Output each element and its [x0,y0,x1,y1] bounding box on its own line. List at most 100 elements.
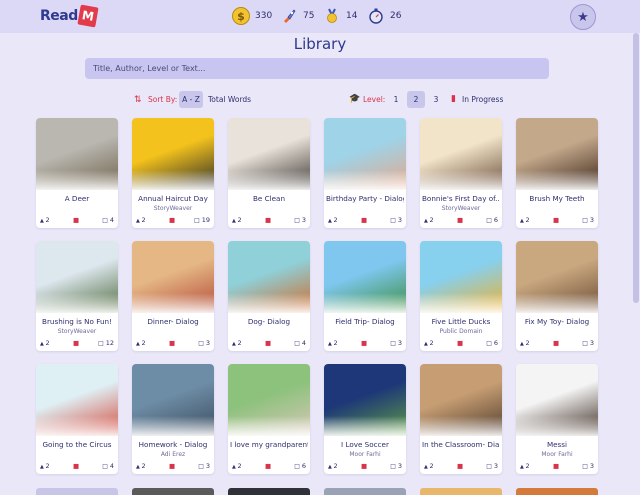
book-card[interactable]: Bonnie's First Day of... StoryWeaver ▲ 2 ■ □… [420,118,502,228]
pages-icon: □ [294,217,302,224]
book-meta: ▲ 2 ■ □ 4 [40,462,114,471]
pages-icon: □ [198,463,206,470]
level-option-1[interactable]: 1 [387,91,405,108]
search-input[interactable] [85,58,549,79]
book-pages: □ 3 [198,462,210,470]
book-meta: ▲ 2 ■ □ 3 [136,339,210,348]
pages-icon: □ [194,217,202,224]
book-level: ▲ 2 [136,339,146,347]
coins-value: 330 [255,11,273,21]
book-pages-value: 4 [301,339,306,347]
book-card[interactable]: Be Clean ▲ 2 ■ □ 3 [228,118,310,228]
book-pages-value: 3 [493,462,498,470]
book-pages: □ 3 [582,462,594,470]
book-card[interactable]: I Love Soccer Moor Farhi ▲ 2 ■ □ 3 [324,364,406,474]
sort-option-az[interactable]: A - Z [179,91,203,108]
books-stack-icon: ■ [265,462,272,470]
book-level-value: 2 [333,339,338,347]
book-author: StoryWeaver [441,205,481,212]
book-title: Messi [546,440,568,449]
cover-fade [132,416,214,438]
book-card[interactable]: Messi Moor Farhi ▲ 2 ■ □ 3 [516,364,598,474]
book-author: Public Domain [439,328,483,335]
book-meta: ▲ 2 ■ □ 3 [328,462,402,471]
book-card[interactable]: Five Little Ducks Public Domain ▲ 2 ■ □ 6 [420,241,502,351]
sort-label: Sort By: [148,95,178,104]
book-meta: ▲ 2 ■ □ 4 [232,339,306,348]
sort-option-total-words[interactable]: Total Words [208,95,251,104]
book-card[interactable]: Annual Haircut Day StoryWeaver ▲ 2 ■ □ 19 [132,118,214,228]
book-level-value: 2 [237,339,242,347]
book-card[interactable]: Dinner- Dialog ▲ 2 ■ □ 3 [132,241,214,351]
book-author: StoryWeaver [153,205,193,212]
book-card[interactable]: Dog- Dialog ▲ 2 ■ □ 4 [228,241,310,351]
cover-fade [420,416,502,438]
medal-value: 14 [346,11,358,21]
book-pages-value: 6 [493,216,498,224]
book-level: ▲ 2 [424,216,434,224]
book-author: StoryWeaver [57,328,97,335]
book-pages: □ 12 [98,339,114,347]
book-card[interactable]: Homework - Dialog Adi Erez ▲ 2 ■ □ 3 [132,364,214,474]
book-card[interactable]: Birthday Party - Dialog ▲ 2 ■ □ 3 [324,118,406,228]
books-stack-icon: ■ [361,462,368,470]
level-option-3[interactable]: 3 [427,91,445,108]
book-meta: ▲ 2 ■ □ 3 [520,216,594,225]
book-card[interactable]: Field Trip- Dialog ▲ 2 ■ □ 3 [324,241,406,351]
book-card-partial[interactable] [228,488,310,495]
book-card-partial[interactable] [516,488,598,495]
book-card-partial[interactable] [324,488,406,495]
book-card-partial[interactable] [36,488,118,495]
book-card[interactable]: I love my grandparents ▲ 2 ■ □ 6 [228,364,310,474]
book-pages: □ 3 [390,216,402,224]
cover-fade [132,170,214,192]
book-level-value: 2 [237,216,242,224]
book-level: ▲ 2 [328,216,338,224]
level-option-2[interactable]: 2 [407,91,425,108]
stopwatch-stat: 26 [367,7,401,25]
book-level: ▲ 2 [520,216,530,224]
book-level-value: 2 [333,216,338,224]
books-stack-icon: ■ [361,216,368,224]
book-title: I Love Soccer [341,440,389,449]
stopwatch-value: 26 [390,11,402,21]
cover-fade [516,170,598,192]
book-meta: ▲ 2 ■ □ 3 [328,339,402,348]
in-progress-filter[interactable]: In Progress [462,95,503,104]
rocket-value: 75 [303,11,315,21]
book-level: ▲ 2 [232,216,242,224]
book-pages-value: 3 [397,339,402,347]
book-level: ▲ 2 [40,462,50,470]
book-card[interactable]: In the Classroom- Dialog ▲ 2 ■ □ 3 [420,364,502,474]
book-title: Dog- Dialog [247,317,291,326]
book-level-value: 2 [45,462,50,470]
scrollbar[interactable] [633,33,639,303]
book-pages-value: 4 [109,462,114,470]
book-card[interactable]: A Deer ▲ 2 ■ □ 4 [36,118,118,228]
book-card[interactable]: Fix My Toy- Dialog ▲ 2 ■ □ 3 [516,241,598,351]
book-pages-value: 3 [589,216,594,224]
books-stack-icon: ■ [553,216,560,224]
book-card-partial[interactable] [420,488,502,495]
book-pages-value: 3 [301,216,306,224]
pages-icon: □ [486,340,494,347]
book-author: Adi Erez [160,451,186,458]
rocket-stat: 75 [280,7,314,25]
book-card[interactable]: Brush My Teeth ▲ 2 ■ □ 3 [516,118,598,228]
logo-badge: M [77,4,99,28]
book-meta: ▲ 2 ■ □ 6 [424,216,498,225]
book-pages: □ 3 [390,339,402,347]
cover-fade [420,293,502,315]
book-card[interactable]: Going to the Circus ▲ 2 ■ □ 4 [36,364,118,474]
book-pages-value: 3 [205,462,210,470]
app-logo[interactable]: Read M [40,4,99,28]
pages-icon: □ [486,217,494,224]
books-stack-icon: ■ [553,339,560,347]
pages-icon: □ [582,340,590,347]
book-card[interactable]: Brushing is No Fun! StoryWeaver ▲ 2 ■ □ 12 [36,241,118,351]
books-stack-icon: ■ [169,462,176,470]
book-pages: □ 3 [198,339,210,347]
top-bar: Read M $ 330 75 14 26 ★ [0,0,640,33]
user-avatar[interactable]: ★ [570,4,596,30]
book-card-partial[interactable] [132,488,214,495]
